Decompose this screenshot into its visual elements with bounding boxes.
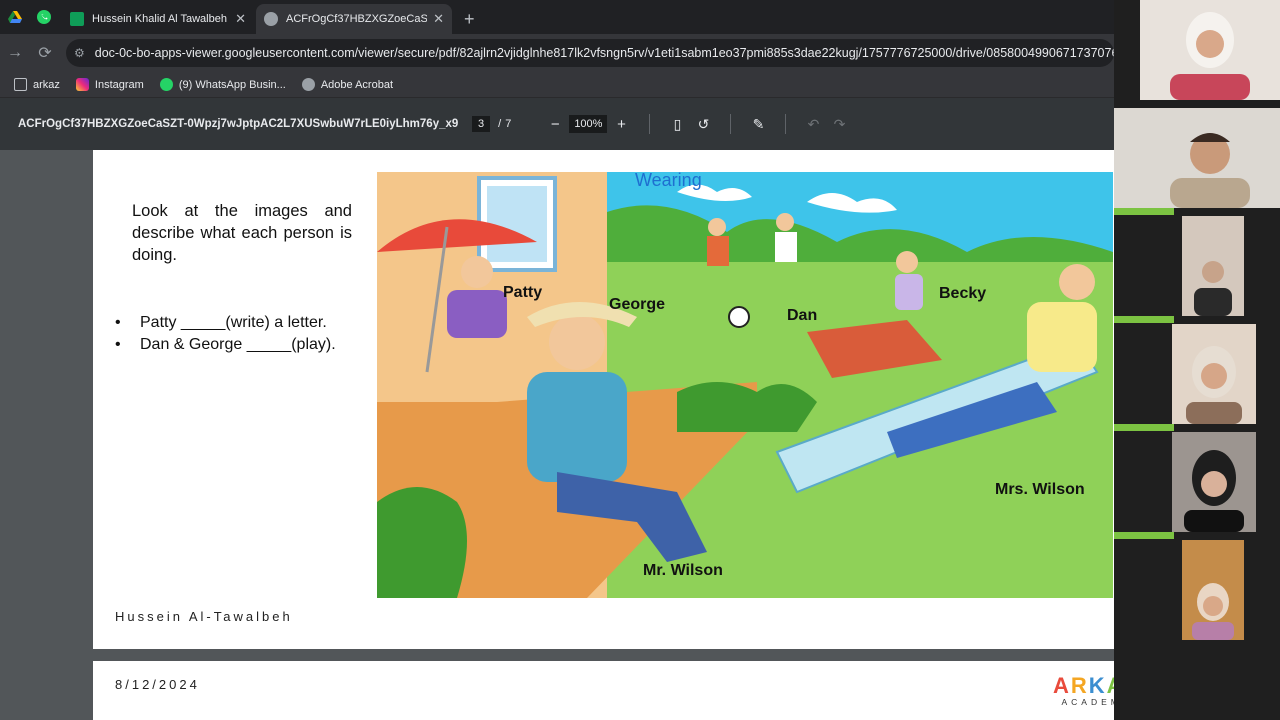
toolbar-divider bbox=[649, 114, 651, 134]
participants-panel bbox=[1114, 0, 1280, 720]
bookmark-whatsapp[interactable]: (9) WhatsApp Busin... bbox=[159, 78, 286, 91]
tab-bar: Hussein Khalid Al Tawalbeh - G ✕ ACFrOgC… bbox=[0, 0, 1114, 34]
speaking-indicator bbox=[1114, 532, 1174, 539]
whatsapp-icon[interactable] bbox=[26, 0, 62, 34]
george-figure bbox=[708, 218, 726, 236]
annotate-icon[interactable]: ✎ bbox=[745, 116, 771, 133]
list-item: Dan & George _____(play). bbox=[115, 334, 336, 356]
pdf-toolbar: ACFrOgCf37HBZXGZoeCaSZT-0Wpzj7wJptpAC2L7… bbox=[0, 98, 1114, 150]
zoom-in-button[interactable]: + bbox=[607, 116, 635, 133]
drive-icon[interactable] bbox=[4, 0, 26, 34]
url-text: doc-0c-bo-apps-viewer.googleusercontent.… bbox=[94, 46, 1114, 60]
tab-label: ACFrOgCf37HBZXGZoeCaSZT-0 bbox=[286, 13, 428, 25]
redo-icon[interactable]: ↷ bbox=[826, 116, 852, 133]
label-becky: Becky bbox=[939, 285, 986, 302]
label-patty: Patty bbox=[503, 284, 542, 301]
bookmark-label: Instagram bbox=[94, 78, 144, 91]
participant-video[interactable] bbox=[1114, 108, 1280, 208]
site-settings-icon[interactable]: ⚙ bbox=[74, 46, 85, 60]
tab-pdf[interactable]: ACFrOgCf37HBZXGZoeCaSZT-0 ✕ bbox=[256, 4, 452, 34]
participant-avatar bbox=[1184, 450, 1244, 532]
label-mrs-wilson: Mrs. Wilson bbox=[995, 481, 1085, 498]
participant-video[interactable] bbox=[1140, 0, 1280, 100]
bush bbox=[377, 487, 467, 598]
url-field[interactable]: ⚙ doc-0c-bo-apps-viewer.googleuserconten… bbox=[66, 39, 1114, 67]
zoom-level[interactable]: 100% bbox=[569, 115, 608, 133]
pdf-title: ACFrOgCf37HBZXGZoeCaSZT-0Wpzj7wJptpAC2L7… bbox=[18, 118, 458, 130]
participant-video[interactable] bbox=[1172, 324, 1256, 424]
bush bbox=[677, 382, 817, 432]
mrs-wilson-figure bbox=[1027, 302, 1097, 372]
close-icon[interactable]: ✕ bbox=[433, 11, 444, 27]
speaking-indicator bbox=[1114, 424, 1174, 431]
zoom-controls: − 100% + bbox=[541, 115, 635, 133]
label-mr-wilson: Mr. Wilson bbox=[643, 562, 723, 579]
participant-avatar bbox=[1192, 583, 1234, 640]
whatsapp-icon bbox=[159, 78, 173, 91]
page-indicator: 3 / 7 bbox=[472, 116, 511, 132]
pdf-page: Look at the images and describe what eac… bbox=[93, 150, 1175, 649]
close-icon[interactable]: ✕ bbox=[235, 11, 246, 27]
bookmark-adobe-acrobat[interactable]: Adobe Acrobat bbox=[301, 78, 393, 91]
bookmark-arkaz[interactable]: arkaz bbox=[14, 78, 60, 91]
participant-video[interactable] bbox=[1172, 432, 1256, 532]
bookmark-label: arkaz bbox=[33, 78, 60, 91]
list-item: Patty _____(write) a letter. bbox=[115, 312, 336, 334]
participant-avatar bbox=[1186, 346, 1242, 424]
dan-figure bbox=[776, 213, 794, 231]
participant-avatar bbox=[1170, 12, 1250, 100]
george-figure bbox=[707, 236, 729, 266]
annotation-text: Wearing bbox=[635, 172, 702, 190]
participant-avatar bbox=[1194, 261, 1232, 316]
bookmarks-bar: arkaz Instagram (9) WhatsApp Busin... Ad… bbox=[0, 72, 1114, 98]
exercise-list: Patty _____(write) a letter. Dan & Georg… bbox=[115, 312, 336, 356]
bookmark-label: Adobe Acrobat bbox=[320, 78, 393, 91]
mrs-wilson-figure bbox=[1059, 264, 1095, 300]
soccer-ball bbox=[728, 306, 750, 328]
date-text: 8/12/2024 bbox=[115, 677, 200, 692]
mr-wilson-figure bbox=[549, 314, 605, 370]
fit-page-icon[interactable]: ▯ bbox=[664, 116, 690, 133]
tab-sheets[interactable]: Hussein Khalid Al Tawalbeh - G ✕ bbox=[62, 4, 254, 34]
zoom-out-button[interactable]: − bbox=[541, 116, 569, 133]
instruction-text: Look at the images and describe what eac… bbox=[132, 202, 352, 264]
label-george: George bbox=[609, 296, 665, 313]
becky-figure bbox=[895, 274, 923, 310]
author-footer: Hussein Al-Tawalbeh bbox=[115, 609, 293, 624]
address-bar: → ⟳ ⚙ doc-0c-bo-apps-viewer.googleuserco… bbox=[0, 34, 1114, 72]
undo-icon[interactable]: ↶ bbox=[800, 116, 826, 133]
speaking-indicator bbox=[1114, 316, 1174, 323]
participant-video[interactable] bbox=[1182, 540, 1244, 640]
pdf-page: 8/12/2024 ARKAZ ACADEMY bbox=[93, 661, 1175, 720]
page-number-input[interactable]: 3 bbox=[472, 116, 491, 132]
speaking-indicator bbox=[1114, 208, 1174, 215]
dan-figure bbox=[775, 232, 797, 262]
garden-illustration: Patty George Dan Becky Mrs. Wilson Mr. W… bbox=[377, 172, 1113, 598]
patty-figure bbox=[461, 256, 493, 288]
instagram-icon bbox=[75, 78, 89, 91]
bookmark-instagram[interactable]: Instagram bbox=[75, 78, 144, 91]
toolbar-divider bbox=[730, 114, 732, 134]
becky-figure bbox=[896, 251, 918, 273]
sheets-icon bbox=[70, 12, 84, 26]
participant-avatar bbox=[1170, 133, 1250, 208]
bookmark-label: (9) WhatsApp Busin... bbox=[178, 78, 286, 91]
page-separator: / bbox=[498, 118, 502, 130]
folder-icon bbox=[14, 78, 27, 91]
toolbar-divider bbox=[785, 114, 787, 134]
window-glass bbox=[487, 186, 547, 262]
rotate-icon[interactable]: ↺ bbox=[690, 116, 716, 133]
tab-label: Hussein Khalid Al Tawalbeh - G bbox=[92, 13, 229, 25]
page-total: 7 bbox=[505, 118, 512, 130]
new-tab-button[interactable]: + bbox=[454, 4, 485, 34]
forward-icon[interactable]: → bbox=[0, 44, 30, 62]
label-dan: Dan bbox=[787, 307, 817, 324]
participant-video[interactable] bbox=[1182, 216, 1244, 316]
reload-icon[interactable]: ⟳ bbox=[30, 43, 60, 63]
globe-icon bbox=[264, 12, 278, 26]
mr-wilson-figure bbox=[527, 372, 627, 482]
patty-figure bbox=[447, 290, 507, 338]
globe-icon bbox=[301, 78, 315, 91]
